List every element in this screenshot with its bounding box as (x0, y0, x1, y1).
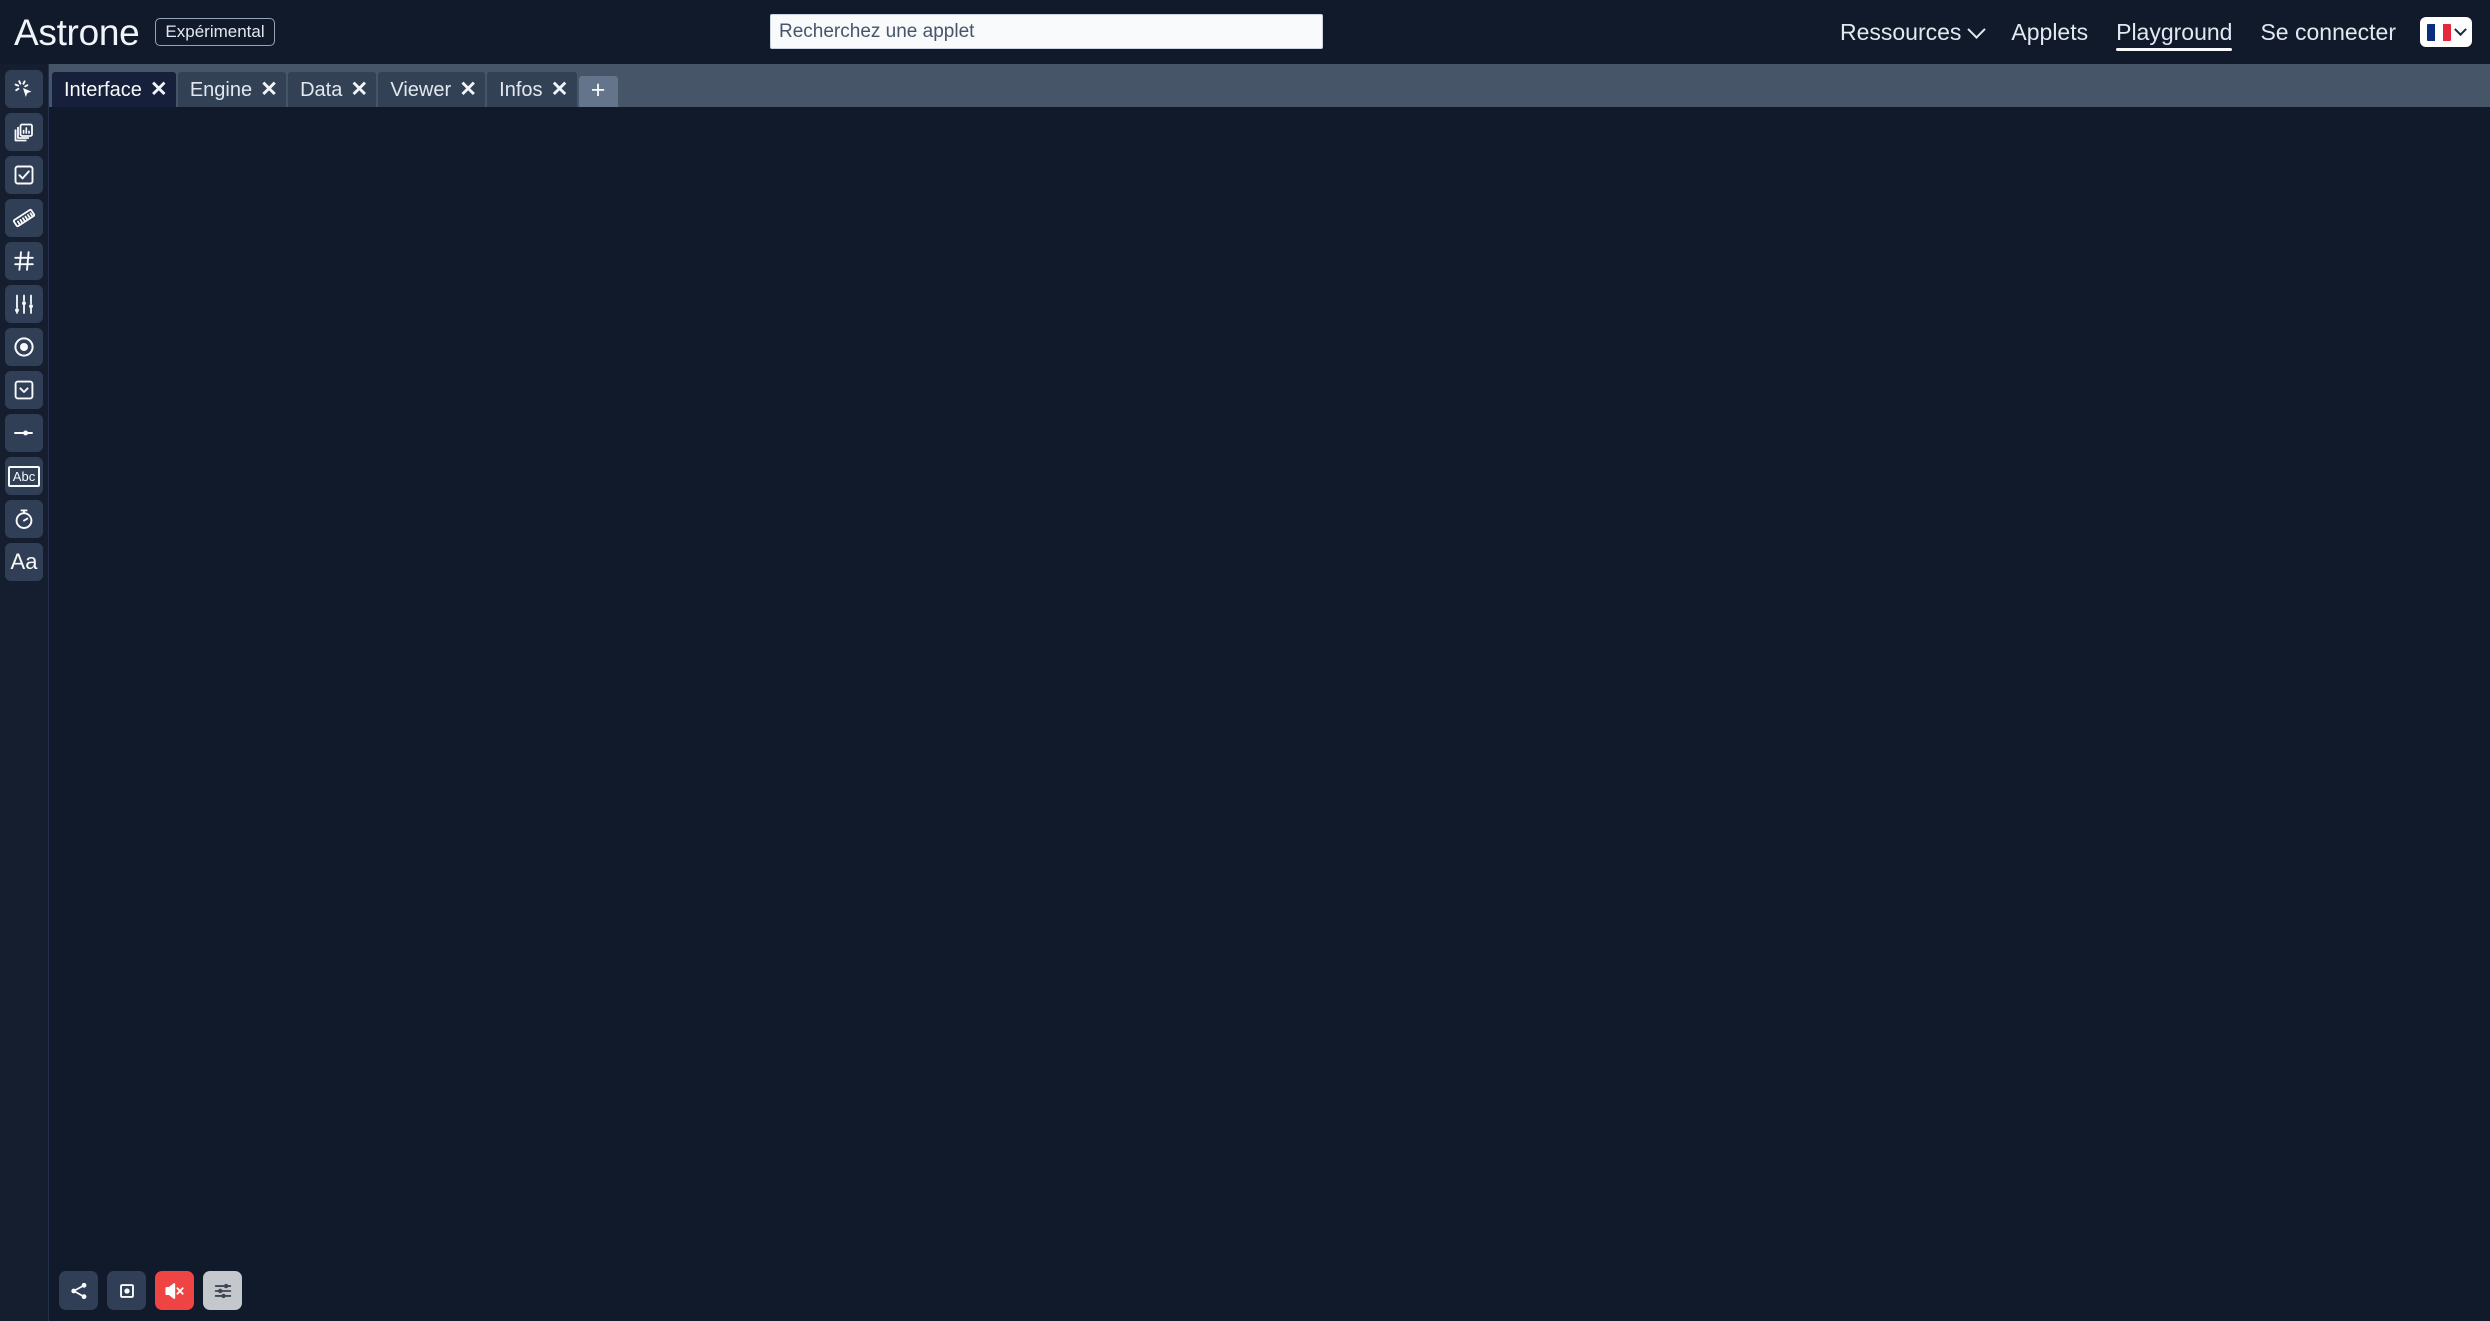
nav-item-se-connecter[interactable]: Se connecter (2246, 0, 2410, 64)
tab-bar: Interface ✕ Engine ✕ Data ✕ Viewer ✕ Inf… (49, 64, 2490, 107)
close-icon[interactable]: ✕ (342, 72, 376, 107)
app-root: Astrone Expérimental Ressources Applets … (0, 0, 2490, 1321)
sidebar-item-chart-stack[interactable] (5, 113, 43, 151)
sidebar-item-ruler[interactable] (5, 199, 43, 237)
sidebar-item-grid[interactable] (5, 242, 43, 280)
brand[interactable]: Astrone Expérimental (14, 14, 275, 51)
tab-label-viewer: Viewer (390, 78, 452, 101)
body-area: Abc Aa Interface ✕ Engine ✕ Data ✕ Viewe… (0, 64, 2490, 1321)
tab-infos[interactable]: Infos ✕ (487, 72, 577, 107)
settings-button[interactable] (203, 1271, 242, 1310)
playground-canvas[interactable] (49, 107, 2490, 1321)
tab-label-data: Data (300, 78, 343, 101)
tab-data[interactable]: Data ✕ (288, 72, 377, 107)
tab-viewer[interactable]: Viewer ✕ (378, 72, 486, 107)
sidebar-item-sliders[interactable] (5, 285, 43, 323)
main-area: Interface ✕ Engine ✕ Data ✕ Viewer ✕ Inf… (49, 64, 2490, 1321)
main-nav: Ressources Applets Playground Se connect… (1826, 0, 2472, 64)
nav-item-applets[interactable]: Applets (1997, 0, 2102, 64)
close-icon[interactable]: ✕ (252, 72, 286, 107)
tab-label-interface: Interface (64, 78, 142, 101)
sidebar-item-checkbox[interactable] (5, 156, 43, 194)
chevron-down-icon (1967, 19, 1987, 39)
tab-label-infos: Infos (499, 78, 543, 101)
tool-sidebar: Abc Aa (0, 64, 49, 1321)
record-button[interactable] (107, 1271, 146, 1310)
top-header: Astrone Expérimental Ressources Applets … (0, 0, 2490, 64)
nav-label-ressources: Ressources (1839, 18, 1962, 45)
sidebar-item-text-input[interactable]: Abc (5, 457, 43, 495)
nav-item-playground[interactable]: Playground (2102, 0, 2246, 64)
sidebar-item-stopwatch[interactable] (5, 500, 43, 538)
close-icon[interactable]: ✕ (451, 72, 485, 107)
text-input-icon: Abc (7, 465, 41, 487)
bottom-toolbar (59, 1271, 242, 1310)
add-tab-button[interactable]: + (578, 76, 618, 107)
nav-item-ressources[interactable]: Ressources (1826, 0, 1997, 64)
sidebar-item-typography[interactable]: Aa (5, 543, 43, 581)
share-button[interactable] (59, 1271, 98, 1310)
close-icon[interactable]: ✕ (543, 72, 577, 107)
language-selector[interactable] (2420, 17, 2472, 47)
close-icon[interactable]: ✕ (142, 72, 176, 107)
nav-label-playground: Playground (2116, 18, 2233, 45)
sidebar-item-cursor-click[interactable] (5, 70, 43, 108)
brand-name: Astrone (14, 11, 140, 53)
search-input[interactable] (770, 14, 1323, 49)
experimental-badge: Expérimental (155, 18, 275, 46)
nav-label-se-connecter: Se connecter (2260, 18, 2396, 45)
typography-icon: Aa (10, 549, 38, 574)
tab-interface[interactable]: Interface ✕ (52, 72, 176, 107)
mute-button[interactable] (155, 1271, 194, 1310)
tab-engine[interactable]: Engine ✕ (177, 72, 287, 107)
chevron-down-icon (2454, 22, 2467, 36)
sidebar-item-dropdown[interactable] (5, 371, 43, 409)
nav-label-applets: Applets (2011, 18, 2089, 45)
french-flag-icon (2427, 23, 2451, 41)
tab-label-engine: Engine (189, 78, 253, 101)
sidebar-item-slider[interactable] (5, 414, 43, 452)
search-wrapper (770, 14, 1323, 49)
sidebar-item-radio-button[interactable] (5, 328, 43, 366)
